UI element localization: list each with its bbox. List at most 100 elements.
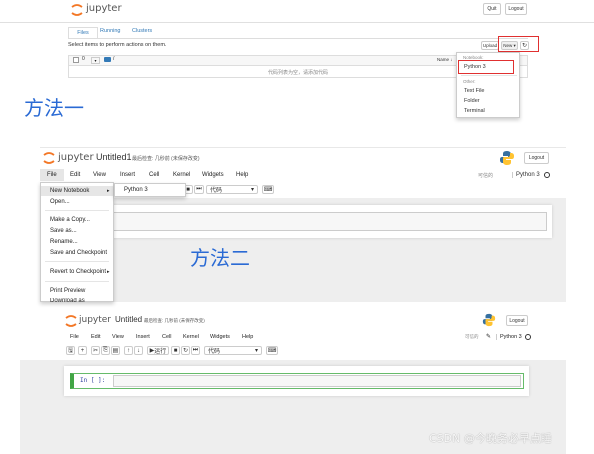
restart-icon[interactable]: ↻ [181,346,190,355]
jupyter-logo-text: jupyter [58,152,94,163]
menu-item-download-as[interactable]: Download as [50,298,85,303]
menu-help[interactable]: Help [236,172,248,178]
chevron-down-icon[interactable]: ▾ [91,57,100,64]
add-cell-icon[interactable]: + [78,346,87,355]
trusted-indicator[interactable]: 可信的 [478,172,493,179]
cell-prompt: In [ ]: [80,377,106,384]
menu-divider [461,75,517,76]
run-label: 运行 [154,349,167,355]
tab-files[interactable]: Files [68,27,98,38]
tab-running[interactable]: Running [100,28,121,34]
cell-type-value: 代码 [210,188,223,194]
code-cell-input[interactable] [113,375,521,387]
menu-help[interactable]: Help [242,334,253,340]
cell-type-value: 代码 [208,349,221,355]
file-menu: New Notebook ▸ Open... Make a Copy... Sa… [40,182,114,303]
logout-button[interactable]: Logout [505,3,527,15]
python-logo-icon [482,313,496,327]
quit-button[interactable]: Quit [483,3,501,15]
menu-kernel[interactable]: Kernel [183,334,199,340]
menu-file[interactable]: File [70,334,79,340]
selected-count: 0 [82,56,85,62]
tab-clusters[interactable]: Clusters [132,28,152,34]
menu-item-revert-checkpoint[interactable]: Revert to Checkpoint [50,269,106,275]
menu-cell[interactable]: Cell [149,172,159,178]
method-two-label: 方法二 [190,246,250,270]
fast-forward-icon[interactable]: ⏭ [194,185,204,194]
menu-item-save-as[interactable]: Save as... [50,228,77,234]
save-icon[interactable]: 🖫 [66,346,75,355]
name-sort-button[interactable]: Name ↓ [437,57,453,62]
checkpoint-status: 最后检查: 几秒前 (未保存改变) [132,156,200,162]
checkpoint-status: 最后检查: 几秒前 (未保存改变) [144,318,205,323]
menu-item-text-file[interactable]: Text File [464,88,484,94]
jupyter-logo-text: jupyter [79,315,112,325]
menu-widgets[interactable]: Widgets [210,334,230,340]
menu-edit[interactable]: Edit [91,334,100,340]
menu-insert[interactable]: Insert [120,172,135,178]
menu-widgets[interactable]: Widgets [202,172,224,178]
submenu-item-python3[interactable]: Python 3 [124,187,148,193]
select-hint: Select items to perform actions on them. [68,42,167,48]
menu-item-rename[interactable]: Rename... [50,239,78,245]
jupyter-logo-icon [42,151,56,165]
kernel-name[interactable]: Python 3 [496,334,522,340]
highlight-new-button [498,36,539,52]
menu-item-folder[interactable]: Folder [464,98,480,104]
keyboard-icon[interactable]: ⌨ [266,346,278,355]
pencil-icon[interactable]: ✎ [486,333,491,340]
stop-icon[interactable]: ■ [171,346,180,355]
menu-insert[interactable]: Insert [136,334,150,340]
menu-item-print-preview[interactable]: Print Preview [50,288,85,294]
run-button[interactable]: ▶ 运行 [147,346,169,355]
kernel-name[interactable]: Python 3 [512,172,540,178]
tabs-divider [68,38,528,39]
logout-button[interactable]: Logout [524,152,549,164]
menu-item-new-notebook[interactable]: New Notebook [50,188,89,194]
menu-view[interactable]: View [93,172,106,178]
menu-cell[interactable]: Cell [162,334,171,340]
fast-forward-icon[interactable]: ⏭ [191,346,200,355]
menu-item-save-checkpoint[interactable]: Save and Checkpoint [50,250,107,256]
notebook-title[interactable]: Untitled [115,315,142,324]
highlight-python3 [458,60,514,74]
keyboard-icon[interactable]: ⌨ [262,185,274,194]
csdn-watermark: CSDN @今晚务必早点睡 [429,432,552,445]
menubar: File Edit View Insert Cell Kernel Widget… [40,169,566,181]
move-down-icon[interactable]: ↓ [134,346,143,355]
menubar: File Edit View Insert Cell Kernel Widget… [64,332,534,342]
notebook-title[interactable]: Untitled1 [96,152,132,162]
python-logo-icon [499,150,515,166]
breadcrumb-path[interactable]: / [113,56,114,62]
menu-file[interactable]: File [47,172,57,178]
submenu-arrow-icon: ▸ [107,269,110,275]
menu-divider [45,261,109,262]
other-header: Other: [463,79,476,84]
menu-edit[interactable]: Edit [70,172,80,178]
move-up-icon[interactable]: ↑ [124,346,133,355]
paste-icon[interactable]: ▤ [111,346,120,355]
method-one-label: 方法一 [24,96,84,120]
folder-icon[interactable] [104,57,111,62]
header-divider [0,22,594,23]
menu-divider [45,210,109,211]
cut-icon[interactable]: ✂ [91,346,100,355]
kernel-idle-icon [544,172,550,178]
menu-item-make-copy[interactable]: Make a Copy... [50,217,90,223]
jupyter-logo-icon [70,2,84,18]
chevron-down-icon: ▾ [250,187,254,193]
trusted-indicator[interactable]: 可信的 [465,334,479,340]
upload-button[interactable]: Upload [481,41,499,50]
jupyter-logo-text: jupyter [86,3,122,14]
cell-type-select[interactable]: 代码 ▾ [204,346,262,355]
menu-view[interactable]: View [112,334,124,340]
menu-kernel[interactable]: Kernel [173,172,190,178]
menu-item-terminal[interactable]: Terminal [464,108,485,114]
chevron-down-icon: ▾ [254,348,258,354]
select-all-checkbox[interactable] [73,57,79,63]
code-cell-input[interactable] [105,212,547,231]
copy-icon[interactable]: ⎘ [101,346,110,355]
cell-type-select[interactable]: 代码 ▾ [206,185,258,194]
menu-item-open[interactable]: Open... [50,199,70,205]
logout-button[interactable]: Logout [506,315,528,326]
